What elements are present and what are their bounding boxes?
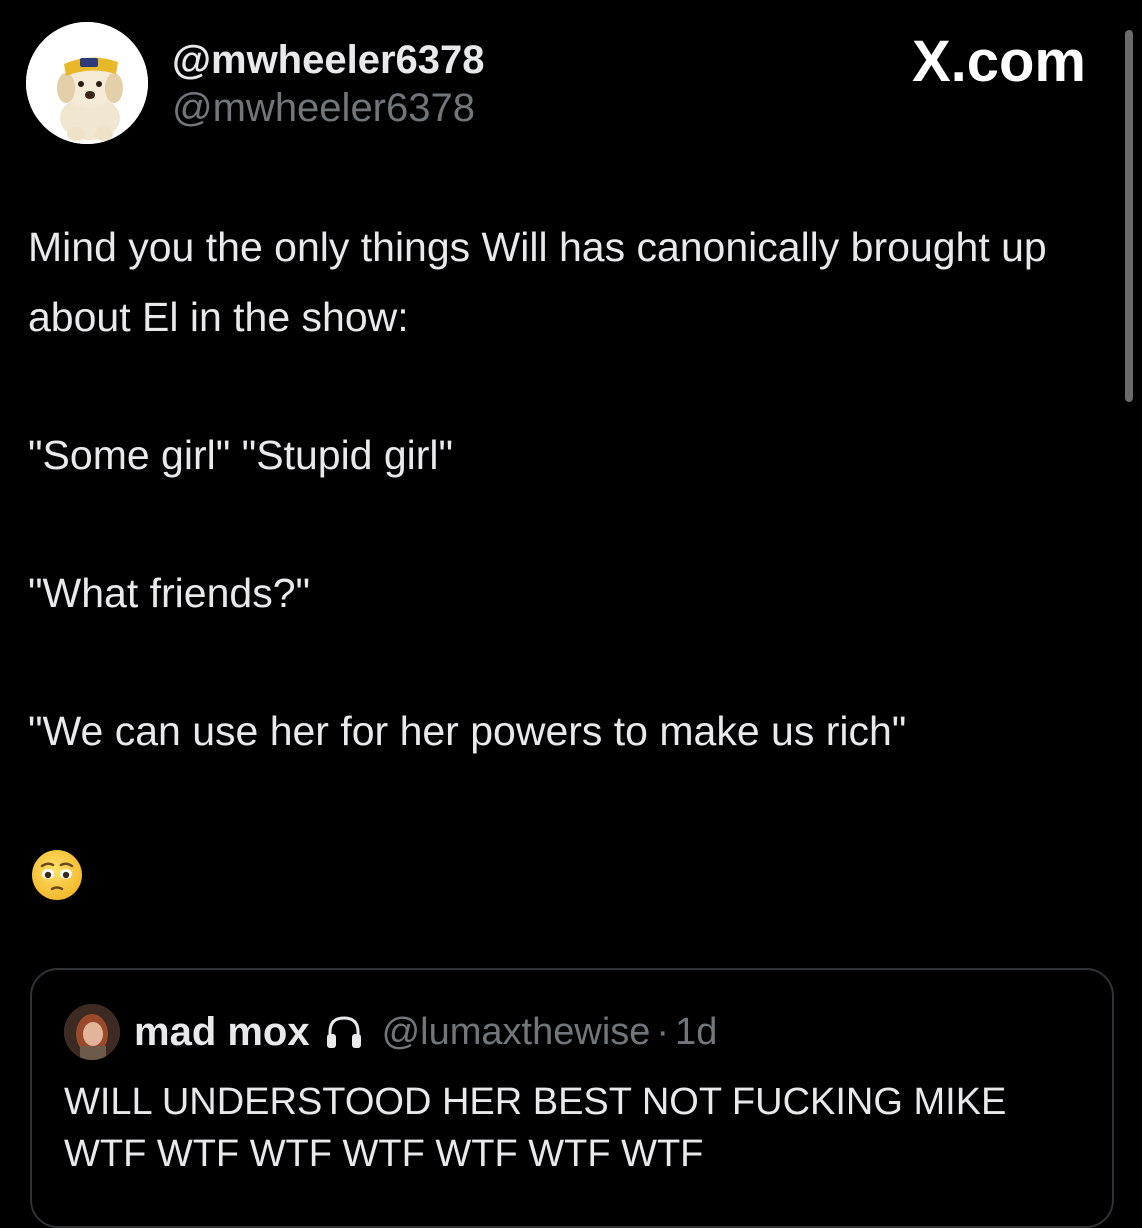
scrollbar[interactable] [1125, 30, 1133, 402]
author-display-name[interactable]: @mwheeler6378 [172, 36, 485, 84]
quoted-text-line: WTF WTF WTF WTF WTF WTF WTF [64, 1133, 704, 1175]
tweet-paragraph: Mind you the only things Will has canoni… [28, 224, 1059, 340]
quoted-tweet-header: mad mox @lumaxthewise · 1d [134, 1008, 717, 1056]
separator-dot: · [656, 1010, 670, 1053]
quoted-author-avatar[interactable] [64, 1004, 120, 1060]
tweet-paragraph: "What friends?" [28, 570, 311, 616]
author-avatar[interactable] [26, 22, 148, 144]
x-logo-wordmark: X.com [911, 29, 1086, 94]
tweet-paragraph: "Some girl" "Stupid girl" [28, 432, 454, 478]
quoted-author-name[interactable]: mad mox [134, 1010, 310, 1055]
headphones-icon [322, 1010, 366, 1054]
author-handle[interactable]: @mwheeler6378 [172, 84, 475, 132]
quoted-tweet-card[interactable]: mad mox @lumaxthewise · 1d WILL UNDERSTO… [30, 968, 1114, 1228]
quoted-text-line: WILL UNDERSTOOD HER BEST NOT FUCKING MIK… [64, 1081, 1007, 1123]
tweet-text: Mind you the only things Will has canoni… [28, 212, 1108, 766]
quoted-tweet-timestamp[interactable]: 1d [675, 1011, 717, 1054]
quoted-tweet-text: WILL UNDERSTOOD HER BEST NOT FUCKING MIK… [64, 1076, 1084, 1180]
quoted-author-handle[interactable]: @lumaxthewise [382, 1011, 651, 1054]
puppy-avatar-icon [26, 22, 148, 144]
pleading-face-emoji [30, 848, 84, 902]
tweet-paragraph: "We can use her for her powers to make u… [28, 708, 907, 754]
